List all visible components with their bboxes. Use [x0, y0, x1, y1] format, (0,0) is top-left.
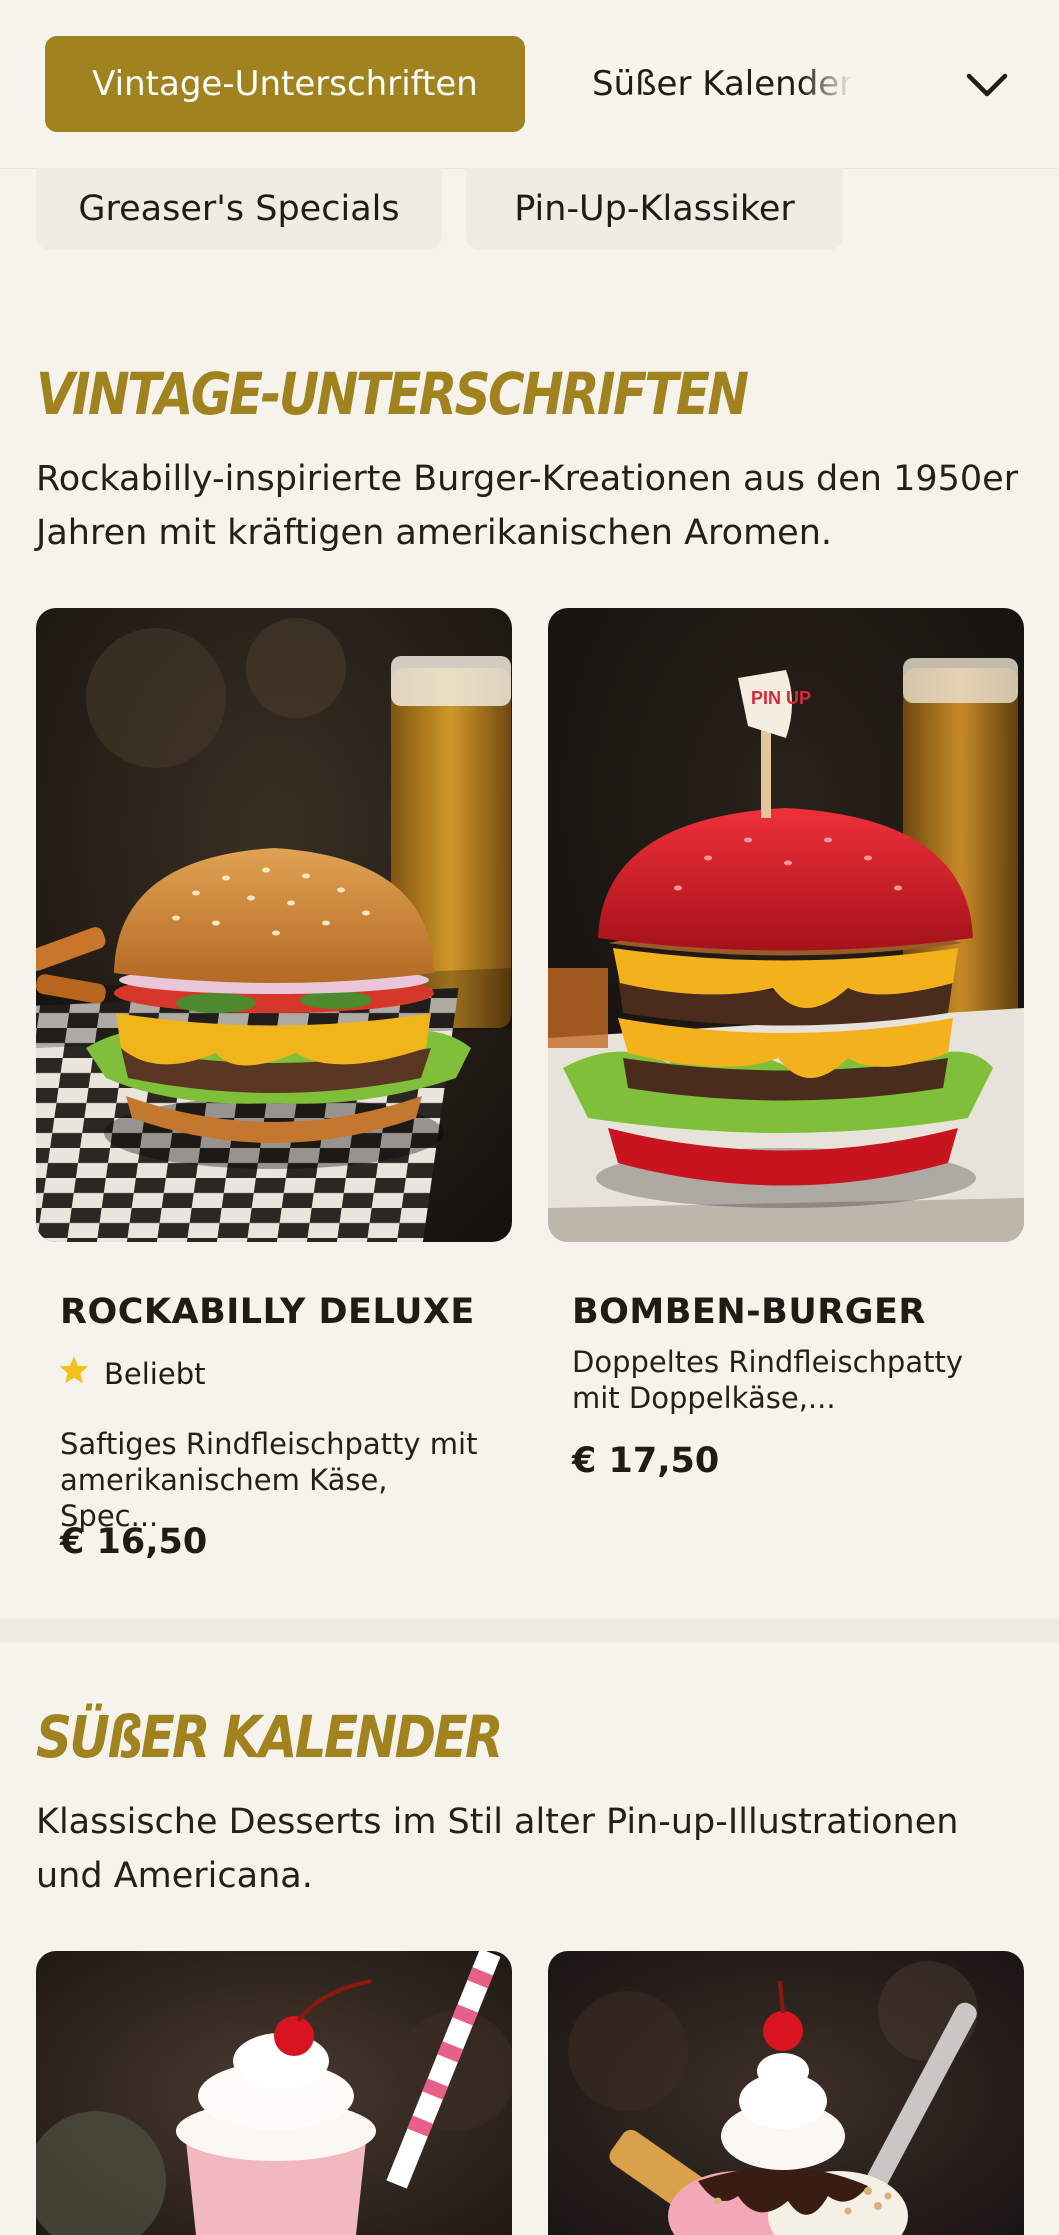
- section-title: SÜßER KALENDER: [36, 1703, 503, 1771]
- badge-label: Beliebt: [104, 1356, 206, 1391]
- section-description: Rockabilly-inspirierte Burger-Kreationen…: [36, 459, 1019, 553]
- item-description: Saftiges Rindfleischpatty mit amerikanis…: [60, 1427, 478, 1533]
- burger-image-bomben-burger[interactable]: PIN UP: [548, 608, 1024, 1242]
- item-name: BOMBEN-BURGER: [572, 1292, 926, 1332]
- tab-label: Süßer Kalender: [592, 64, 854, 104]
- tab-pin-up-klassiker[interactable]: Pin-Up-Klassiker: [466, 168, 843, 250]
- section-description: Klassische Desserts im Stil alter Pin-up…: [36, 1802, 959, 1896]
- tab-vintage-unterschriften[interactable]: Vintage-Unterschriften: [45, 36, 525, 132]
- dessert-image-sundae[interactable]: [548, 1951, 1024, 2235]
- dessert-image-milkshake[interactable]: [36, 1951, 512, 2235]
- chevron-down-icon[interactable]: [962, 60, 1012, 110]
- burger-image-rockabilly-deluxe[interactable]: [36, 608, 512, 1242]
- tab-label: Vintage-Unterschriften: [92, 64, 478, 104]
- category-nav: Vintage-Unterschriften Süßer Kalender: [0, 0, 1059, 169]
- item-price: € 17,50: [572, 1441, 720, 1481]
- item-name: ROCKABILLY DELUXE: [60, 1292, 475, 1332]
- item-price: € 16,50: [60, 1522, 208, 1562]
- tab-greasers-specials[interactable]: Greaser's Specials: [36, 168, 442, 250]
- section-title: VINTAGE-UNTERSCHRIFTEN: [36, 360, 749, 428]
- item-description: Doppeltes Rindfleischpatty mit Doppelkäs…: [572, 1345, 964, 1415]
- tab-label: Greaser's Specials: [78, 189, 400, 229]
- section-divider: [0, 1618, 1059, 1642]
- star-icon: [58, 1354, 90, 1393]
- popular-badge: Beliebt: [58, 1354, 205, 1393]
- tab-label: Pin-Up-Klassiker: [514, 189, 795, 229]
- pick-flag-text: PIN UP: [751, 688, 811, 708]
- tab-suesser-kalender[interactable]: Süßer Kalender: [592, 36, 882, 132]
